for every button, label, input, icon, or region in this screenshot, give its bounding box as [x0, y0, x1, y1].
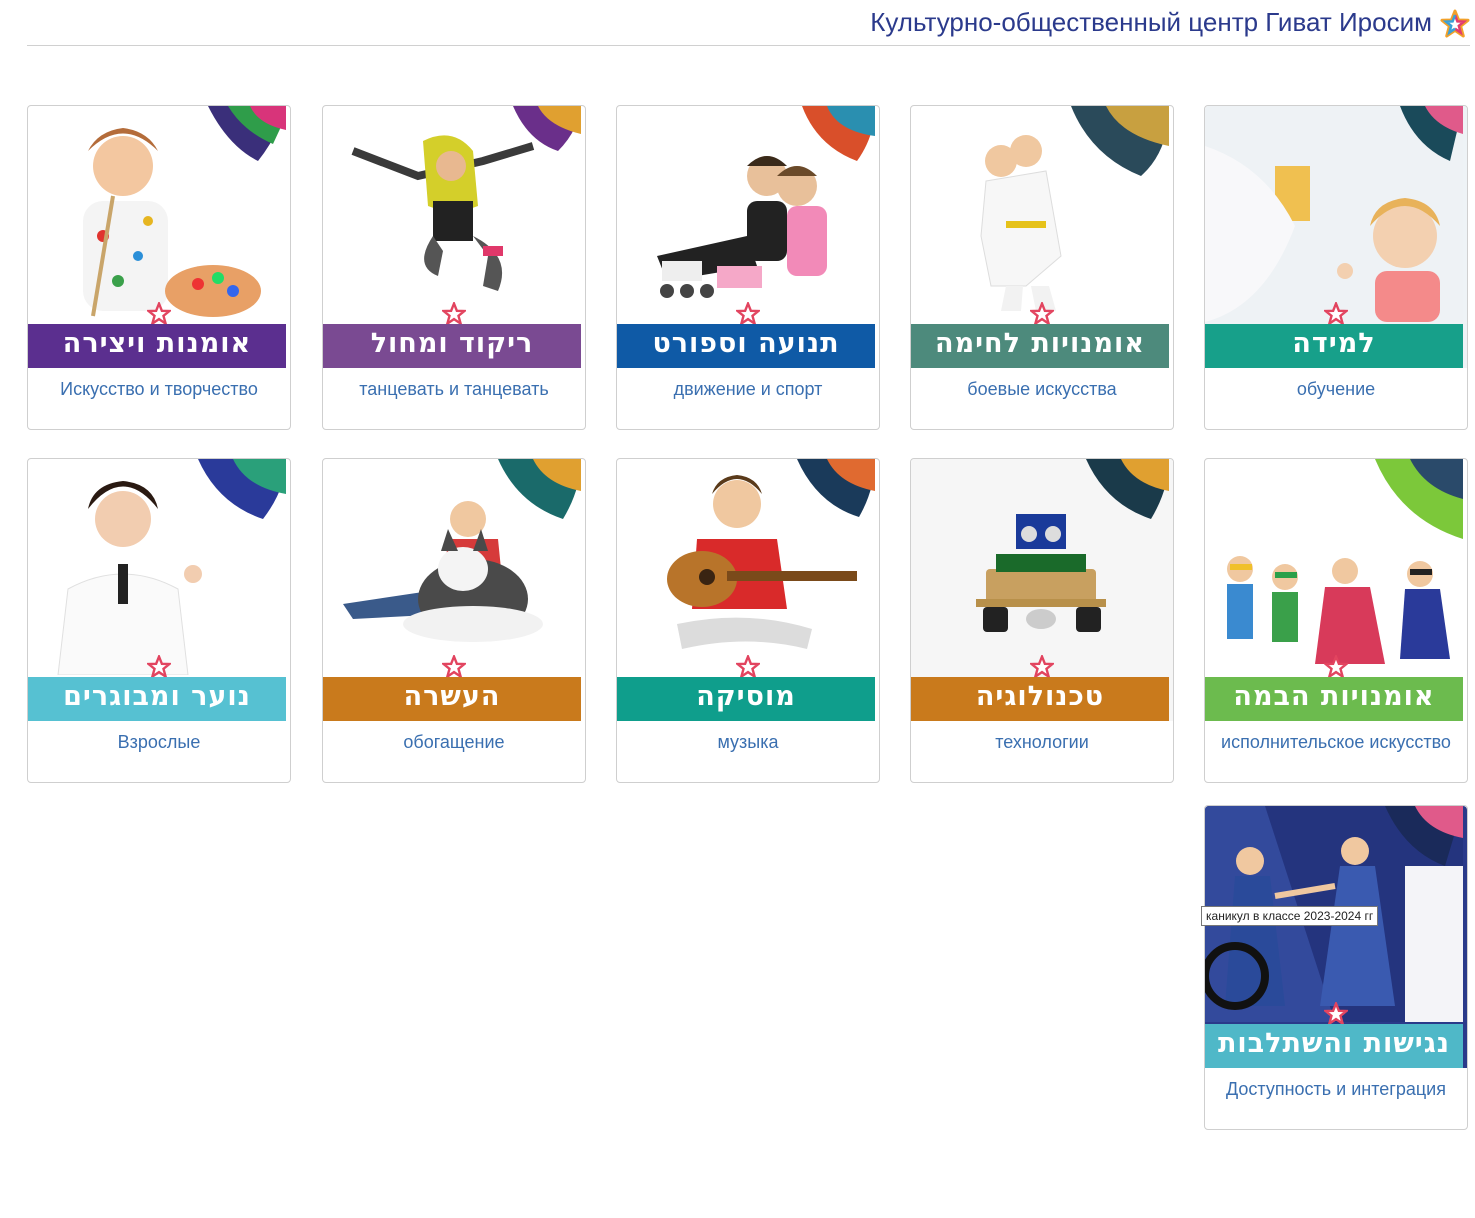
martial-arts-photo	[980, 106, 1169, 311]
card-caption[interactable]: технологии	[911, 732, 1173, 753]
star-logo-icon[interactable]	[1440, 9, 1470, 39]
category-card-music[interactable]: מוסיקה музыка	[616, 458, 880, 783]
card-image-frame: למידה	[1205, 106, 1467, 368]
card-caption[interactable]: обучение	[1205, 379, 1467, 400]
card-hebrew-title: תנועה וספורט	[617, 324, 875, 368]
card-caption[interactable]: музыка	[617, 732, 879, 753]
card-caption[interactable]: танцевать и танцевать	[323, 379, 585, 400]
category-card-art[interactable]: אומנות ויצירה Искусство и творчество	[27, 105, 291, 430]
card-caption[interactable]: Доступность и интеграция	[1205, 1079, 1467, 1100]
card-hebrew-title: אומנויות לחימה	[911, 324, 1169, 368]
star-badge-icon	[1324, 1002, 1348, 1026]
category-card-adults[interactable]: נוער ומבוגרים Взрослые	[27, 458, 291, 783]
star-badge-icon	[1324, 655, 1348, 679]
star-badge-icon	[442, 302, 466, 326]
star-badge-icon	[1030, 655, 1054, 679]
enrichment-photo	[343, 459, 581, 642]
star-badge-icon	[1324, 302, 1348, 326]
card-image-frame: העשרה	[323, 459, 585, 721]
card-hebrew-title: נגישות והשתלבות	[1205, 1024, 1463, 1068]
star-badge-icon	[442, 655, 466, 679]
card-caption[interactable]: движение и спорт	[617, 379, 879, 400]
art-photo	[83, 106, 286, 317]
performing-arts-photo	[1227, 459, 1463, 664]
card-image-frame: אומנות ויצירה	[28, 106, 290, 368]
card-hebrew-title: מוסיקה	[617, 677, 875, 721]
technology-photo	[911, 459, 1169, 675]
tooltip: каникул в классе 2023-2024 гг	[1201, 906, 1379, 926]
category-card-enrichment[interactable]: העשרה обогащение	[322, 458, 586, 783]
card-image-frame: תנועה וספורט	[617, 106, 879, 368]
card-image-frame: מוסיקה	[617, 459, 879, 721]
card-hebrew-title: טכנולוגיה	[911, 677, 1169, 721]
card-hebrew-title: נוער ומבוגרים	[28, 677, 286, 721]
site-title[interactable]: Культурно-общественный центр Гиват Ироси…	[870, 7, 1432, 38]
card-image-frame: אומנויות הבמה	[1205, 459, 1467, 721]
card-caption[interactable]: обогащение	[323, 732, 585, 753]
page-header: Культурно-общественный центр Гиват Ироси…	[27, 0, 1470, 46]
card-caption[interactable]: исполнительское искусство	[1205, 732, 1467, 753]
star-badge-icon	[147, 302, 171, 326]
category-card-accessibility[interactable]: נגישות והשתלבות Доступность и интеграция	[1204, 805, 1468, 1130]
music-photo	[667, 459, 875, 649]
card-hebrew-title: אומנויות הבמה	[1205, 677, 1463, 721]
category-card-martial[interactable]: אומנויות לחימה боевые искусства	[910, 105, 1174, 430]
category-card-performing[interactable]: אומנויות הבמה исполнительское искусство	[1204, 458, 1468, 783]
card-caption[interactable]: Взрослые	[28, 732, 290, 753]
star-badge-icon	[736, 655, 760, 679]
category-card-technology[interactable]: טכנולוגיה технологии	[910, 458, 1174, 783]
card-caption[interactable]: Искусство и творчество	[28, 379, 290, 400]
card-image-frame: נגישות והשתלבות	[1205, 806, 1467, 1068]
card-hebrew-title: אומנות ויצירה	[28, 324, 286, 368]
dance-photo	[351, 106, 581, 291]
learning-photo	[1205, 106, 1463, 322]
adults-photo	[57, 459, 286, 675]
card-hebrew-title: למידה	[1205, 324, 1463, 368]
category-card-sport[interactable]: תנועה וספורט движение и спорт	[616, 105, 880, 430]
category-card-dance[interactable]: ריקוד ומחול танцевать и танцевать	[322, 105, 586, 430]
card-image-frame: ריקוד ומחול	[323, 106, 585, 368]
star-badge-icon	[1030, 302, 1054, 326]
card-caption[interactable]: боевые искусства	[911, 379, 1173, 400]
card-image-frame: אומנויות לחימה	[911, 106, 1173, 368]
star-badge-icon	[147, 655, 171, 679]
card-hebrew-title: העשרה	[323, 677, 581, 721]
sport-photo	[657, 106, 875, 298]
category-card-learning[interactable]: למידה обучение	[1204, 105, 1468, 430]
card-image-frame: נוער ומבוגרים	[28, 459, 290, 721]
card-image-frame: טכנולוגיה	[911, 459, 1173, 721]
star-badge-icon	[736, 302, 760, 326]
card-hebrew-title: ריקוד ומחול	[323, 324, 581, 368]
